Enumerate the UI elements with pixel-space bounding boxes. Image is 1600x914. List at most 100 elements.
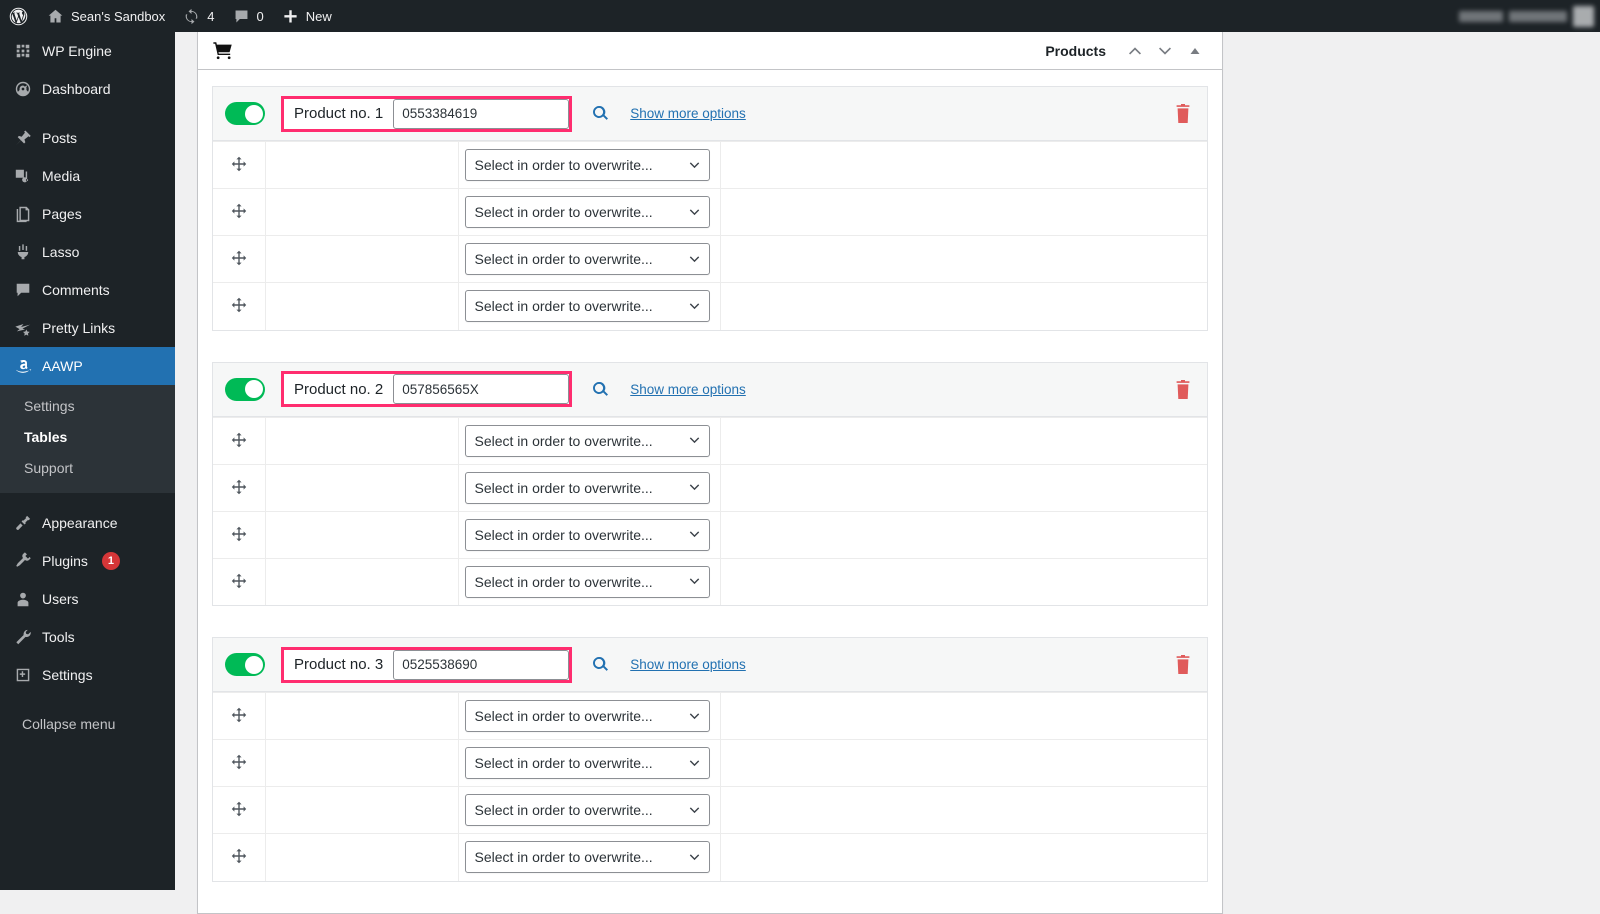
overwrite-select-label: Select in order to overwrite...	[474, 157, 653, 173]
search-icon[interactable]	[590, 104, 610, 124]
sidebar-item-pages[interactable]: Pages	[0, 195, 175, 233]
overwrite-select[interactable]: Select in order to overwrite...	[464, 747, 710, 779]
sidebar-item-plugins[interactable]: Plugins 1	[0, 542, 175, 580]
row-drag-cell[interactable]	[213, 510, 266, 559]
product-identifier-highlight: Product no. 1	[281, 95, 573, 132]
sidebar-menu-bottom: Appearance Plugins 1 Users Tools Settings	[0, 504, 175, 694]
move-handle-icon[interactable]	[213, 573, 265, 591]
collapse-menu-label: Collapse menu	[22, 715, 116, 732]
move-handle-icon[interactable]	[213, 297, 265, 315]
row-drag-cell[interactable]	[213, 557, 266, 605]
overwrite-select[interactable]: Select in order to overwrite...	[464, 243, 710, 275]
move-handle-icon[interactable]	[213, 707, 265, 725]
pin-icon	[13, 128, 33, 148]
trash-icon[interactable]	[1173, 654, 1193, 676]
product-asin-input[interactable]	[393, 98, 570, 129]
sidebar-item-appearance[interactable]: Appearance	[0, 504, 175, 542]
row-drag-cell[interactable]	[213, 416, 266, 465]
overwrite-select[interactable]: Select in order to overwrite...	[464, 794, 710, 826]
overwrite-select[interactable]: Select in order to overwrite...	[464, 196, 710, 228]
move-handle-icon[interactable]	[213, 432, 265, 450]
sidebar-item-label: Posts	[42, 130, 78, 146]
row-drag-cell[interactable]	[213, 739, 266, 787]
move-handle-icon[interactable]	[213, 203, 265, 221]
move-up-button[interactable]	[1120, 36, 1150, 66]
overwrite-select[interactable]: Select in order to overwrite...	[464, 149, 710, 181]
move-handle-icon[interactable]	[213, 479, 265, 497]
overwrite-select[interactable]: Select in order to overwrite...	[464, 471, 710, 504]
product-asin-input[interactable]	[393, 649, 570, 680]
search-icon[interactable]	[590, 655, 610, 675]
trash-icon[interactable]	[1173, 378, 1193, 400]
move-handle-icon[interactable]	[213, 754, 265, 772]
product-card-header: Product no. 3 Show more options	[213, 638, 1207, 692]
sidebar-item-users[interactable]: Users	[0, 580, 175, 618]
row-drag-cell[interactable]	[213, 235, 266, 283]
show-more-options-link[interactable]: Show more options	[630, 382, 746, 397]
product-card-header: Product no. 2 Show more options	[213, 362, 1207, 417]
toggle-knob	[244, 655, 263, 674]
new-content-menu[interactable]: New	[273, 0, 341, 32]
move-handle-icon[interactable]	[213, 526, 265, 544]
sidebar-item-aawp[interactable]: AAWP	[0, 347, 183, 385]
product-asin-input[interactable]	[393, 374, 570, 404]
overwrite-select[interactable]: Select in order to overwrite...	[464, 290, 710, 323]
overwrite-select-label: Select in order to overwrite...	[474, 204, 653, 220]
updates-menu[interactable]: 4	[174, 0, 223, 32]
sidebar-item-settings[interactable]: Settings	[0, 656, 175, 694]
row-drag-cell[interactable]	[213, 282, 266, 330]
submenu-item-support[interactable]: Support	[0, 453, 175, 484]
overwrite-select[interactable]: Select in order to overwrite...	[464, 565, 710, 598]
wp-logo-menu[interactable]	[0, 0, 38, 32]
sidebar-item-pretty-links[interactable]: Pretty Links	[0, 309, 175, 347]
row-drag-cell[interactable]	[213, 833, 266, 881]
product-enabled-toggle[interactable]	[225, 377, 265, 401]
submenu-item-settings[interactable]: Settings	[0, 391, 175, 422]
product-enabled-toggle[interactable]	[225, 653, 265, 676]
toggle-panel-icon	[1190, 47, 1200, 54]
row-drag-cell[interactable]	[213, 692, 266, 740]
move-handle-icon[interactable]	[213, 250, 265, 268]
row-drag-cell[interactable]	[213, 463, 266, 512]
move-handle-icon[interactable]	[213, 801, 265, 819]
trash-icon[interactable]	[1173, 103, 1193, 125]
collapse-menu-button[interactable]: Collapse menu	[0, 706, 175, 748]
row-drag-cell[interactable]	[213, 786, 266, 834]
search-icon[interactable]	[590, 379, 610, 399]
admin-bar-account-area[interactable]	[1454, 4, 1594, 28]
comments-icon	[13, 280, 33, 300]
admin-bar: Sean's Sandbox 4 0 New	[0, 0, 1600, 32]
row-select-cell: Select in order to overwrite...	[458, 188, 721, 236]
comments-menu[interactable]: 0	[224, 0, 273, 32]
submenu-item-tables[interactable]: Tables	[0, 422, 175, 453]
sidebar-item-lasso[interactable]: Lasso	[0, 233, 175, 271]
row-empty-cell-left	[265, 463, 459, 512]
site-name-menu[interactable]: Sean's Sandbox	[38, 0, 174, 32]
sidebar-item-label: AAWP	[42, 358, 83, 374]
overwrite-select-label: Select in order to overwrite...	[474, 298, 653, 315]
overwrite-select[interactable]: Select in order to overwrite...	[464, 700, 710, 732]
move-handle-icon[interactable]	[213, 848, 265, 866]
sidebar-item-comments[interactable]: Comments	[0, 271, 175, 309]
row-empty-cell-right	[720, 188, 1207, 236]
overwrite-select[interactable]: Select in order to overwrite...	[464, 424, 710, 457]
move-handle-icon[interactable]	[213, 156, 265, 174]
product-rows-table: Select in order to overwrite... Select i…	[213, 141, 1207, 330]
row-drag-cell[interactable]	[213, 188, 266, 236]
move-down-button[interactable]	[1150, 36, 1180, 66]
overwrite-select[interactable]: Select in order to overwrite...	[464, 841, 710, 874]
show-more-options-link[interactable]: Show more options	[630, 657, 746, 672]
sidebar-item-media[interactable]: Media	[0, 157, 175, 195]
show-more-options-link[interactable]: Show more options	[630, 106, 746, 121]
aawp-submenu: Settings Tables Support	[0, 385, 175, 493]
row-drag-cell[interactable]	[213, 141, 266, 189]
lasso-icon	[13, 242, 33, 262]
row-empty-cell-right	[720, 463, 1207, 512]
sidebar-item-tools[interactable]: Tools	[0, 618, 175, 656]
sidebar-item-wp-engine[interactable]: WP Engine	[0, 32, 175, 70]
sidebar-item-posts[interactable]: Posts	[0, 119, 175, 157]
toggle-panel-button[interactable]	[1180, 36, 1210, 66]
overwrite-select[interactable]: Select in order to overwrite...	[464, 518, 710, 551]
product-enabled-toggle[interactable]	[225, 102, 265, 125]
sidebar-item-dashboard[interactable]: Dashboard	[0, 70, 175, 108]
